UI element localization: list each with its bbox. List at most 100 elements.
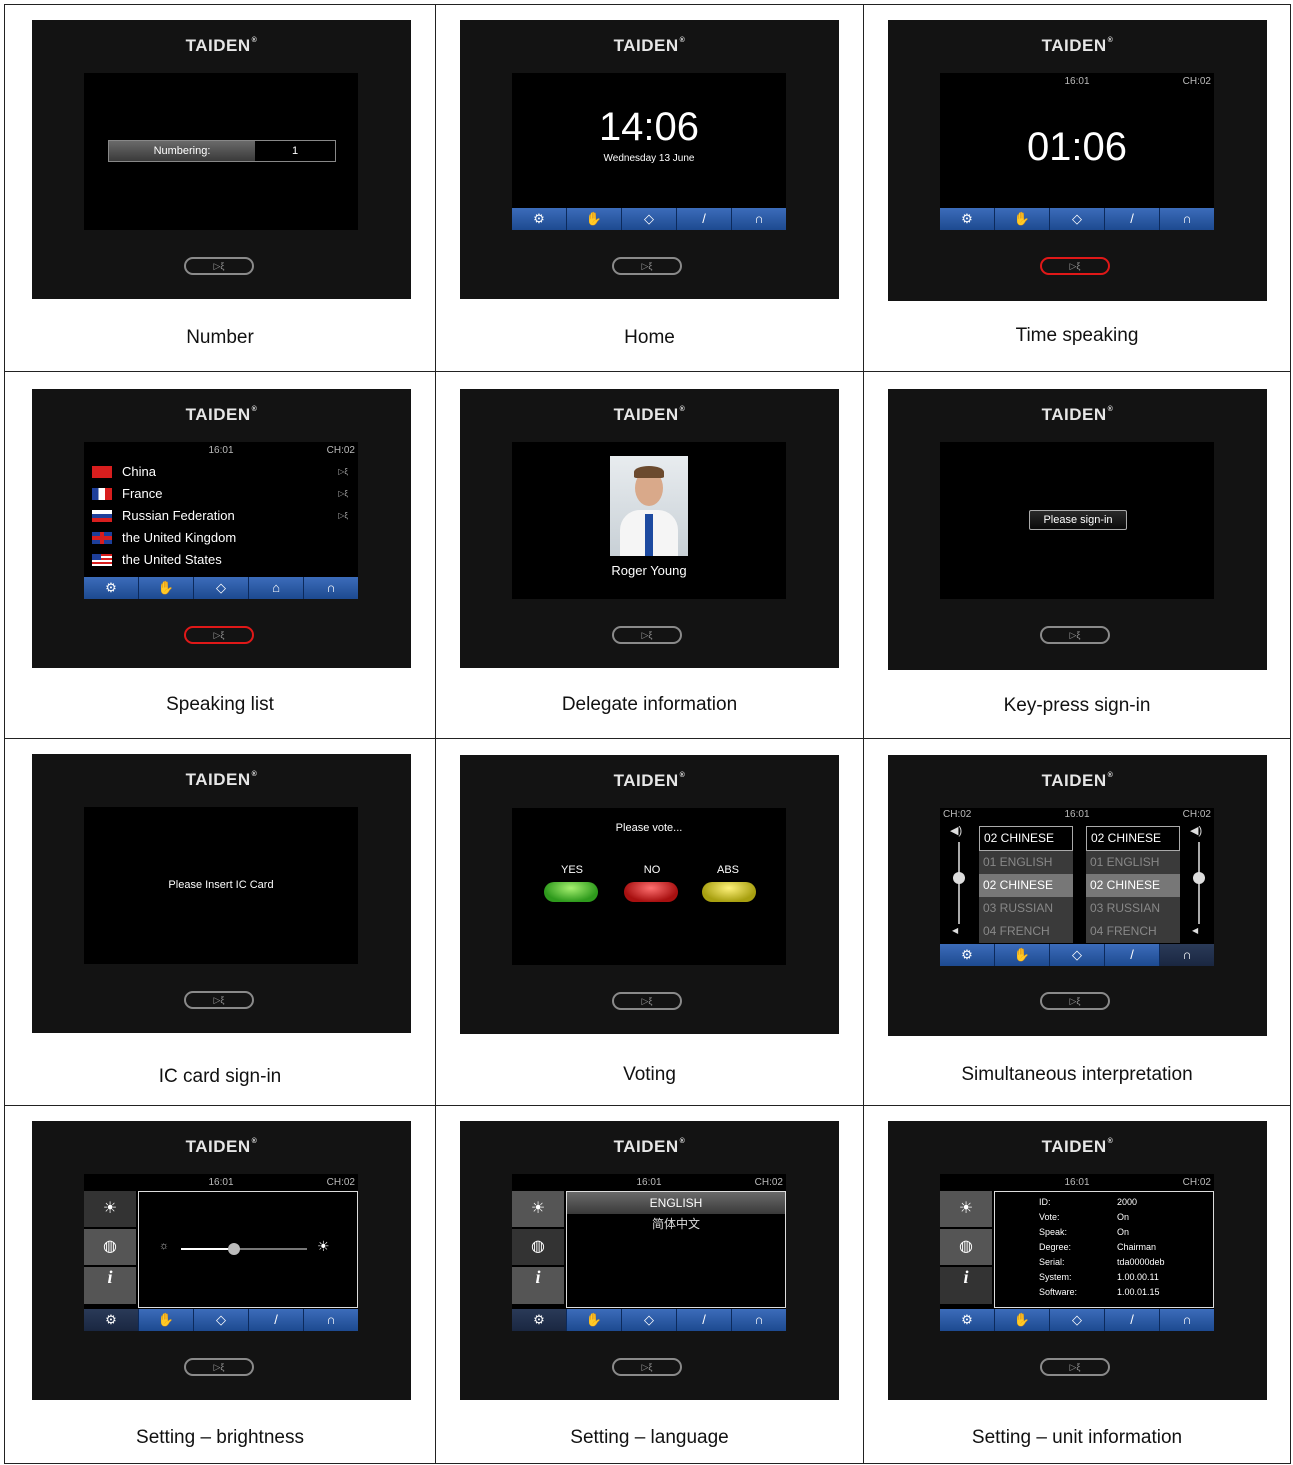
device-screen: Numbering: 1 xyxy=(84,73,358,230)
list-item[interactable]: 02 CHINESE xyxy=(1086,874,1180,897)
info-label: ID: xyxy=(1039,1197,1051,1207)
brightness-icon[interactable]: ☀ xyxy=(512,1191,564,1227)
brightness-low-icon: ☼ xyxy=(159,1240,170,1252)
vote-no-label: NO xyxy=(643,864,661,876)
hand-icon[interactable]: ✋ xyxy=(139,1309,194,1331)
diamond-icon[interactable]: ◇ xyxy=(1050,944,1105,966)
info-value: 1.00.00.11 xyxy=(1117,1272,1159,1282)
gear-icon[interactable]: ⚙ xyxy=(84,577,139,599)
speak-button[interactable]: ▷ξ xyxy=(612,257,682,275)
gear-icon[interactable]: ⚙ xyxy=(84,1309,139,1331)
speak-button[interactable]: ▷ξ xyxy=(1040,257,1110,275)
channel: CH:02 xyxy=(1182,76,1211,87)
globe-icon[interactable]: ◍ xyxy=(940,1229,992,1265)
list-item[interactable]: 01 ENGLISH xyxy=(1086,851,1180,874)
language-option[interactable]: ENGLISH xyxy=(567,1192,785,1214)
home-icon[interactable]: ⌂ xyxy=(249,577,304,599)
info-icon[interactable]: i xyxy=(512,1267,564,1304)
sign-in-button[interactable]: Please sign-in xyxy=(1029,510,1127,530)
language-option[interactable]: 简体中文 xyxy=(567,1214,785,1234)
device-screen: 16:01 CH:02 ☀ ◍ i ID: Vote: Speak: Degree… xyxy=(940,1174,1214,1331)
speak-button[interactable]: ▷ξ xyxy=(184,1358,254,1376)
list-item[interactable]: 04 FRENCH xyxy=(1086,920,1180,943)
microphone-icon[interactable]: / xyxy=(677,208,732,230)
volume-slider-left[interactable] xyxy=(953,842,965,924)
vote-abs-button[interactable] xyxy=(702,882,756,902)
list-item[interactable]: 02 CHINESE xyxy=(979,874,1073,897)
headphone-icon[interactable]: ∩ xyxy=(732,208,786,230)
headphone-icon[interactable]: ∩ xyxy=(304,577,358,599)
brightness-icon[interactable]: ☀ xyxy=(84,1191,136,1227)
gear-icon[interactable]: ⚙ xyxy=(940,1309,995,1331)
caption: Simultaneous interpretation xyxy=(961,1064,1193,1085)
volume-icon: ◀) xyxy=(1190,825,1203,837)
list-item[interactable]: the United States xyxy=(92,549,348,571)
list-item[interactable]: 04 FRENCH xyxy=(979,920,1073,943)
list-item[interactable]: 02 CHINESE xyxy=(1086,826,1180,851)
headphone-icon[interactable]: ∩ xyxy=(1160,944,1214,966)
gear-icon[interactable]: ⚙ xyxy=(940,944,995,966)
hand-icon[interactable]: ✋ xyxy=(995,944,1050,966)
diamond-icon[interactable]: ◇ xyxy=(1050,208,1105,230)
microphone-icon[interactable]: / xyxy=(249,1309,304,1331)
list-item[interactable]: 02 CHINESE xyxy=(979,826,1073,851)
list-item[interactable]: the United Kingdom xyxy=(92,527,348,549)
microphone-icon[interactable]: / xyxy=(1105,1309,1160,1331)
speak-button[interactable]: ▷ξ xyxy=(612,1358,682,1376)
caption: IC card sign-in xyxy=(158,1066,282,1087)
list-item[interactable]: France ▷ξ xyxy=(92,483,348,505)
headphone-icon[interactable]: ∩ xyxy=(1160,208,1214,230)
diamond-icon[interactable]: ◇ xyxy=(194,1309,249,1331)
hand-icon[interactable]: ✋ xyxy=(139,577,194,599)
diamond-icon[interactable]: ◇ xyxy=(622,208,677,230)
diamond-icon[interactable]: ◇ xyxy=(622,1309,677,1331)
list-item[interactable]: 03 RUSSIAN xyxy=(1086,897,1180,920)
caption: Setting – unit information xyxy=(971,1427,1183,1448)
globe-icon[interactable]: ◍ xyxy=(84,1229,136,1265)
list-item[interactable]: Russian Federation ▷ξ xyxy=(92,505,348,527)
vote-yes-button[interactable] xyxy=(544,882,598,902)
headphone-icon[interactable]: ∩ xyxy=(732,1309,786,1331)
list-item[interactable]: China ▷ξ xyxy=(92,461,348,483)
toolbar: ⚙ ✋ ◇ / ∩ xyxy=(940,1309,1214,1331)
microphone-icon[interactable]: / xyxy=(677,1309,732,1331)
headphone-icon[interactable]: ∩ xyxy=(1160,1309,1214,1331)
device-panel: TAIDEN® 16:01 CH:02 ☀ ◍ i ID: Vote: Speak… xyxy=(888,1121,1267,1400)
volume-slider-right[interactable] xyxy=(1193,842,1205,924)
device-screen: 16:01 CH:02 ☀ ◍ i ENGLISH 简体中文 ⚙ ✋ ◇ / ∩ xyxy=(512,1174,786,1331)
gear-icon[interactable]: ⚙ xyxy=(512,208,567,230)
speak-button[interactable]: ▷ξ xyxy=(1040,1358,1110,1376)
diamond-icon[interactable]: ◇ xyxy=(194,577,249,599)
hand-icon[interactable]: ✋ xyxy=(567,208,622,230)
status-bar: 16:01 CH:02 xyxy=(84,1177,358,1189)
gear-icon[interactable]: ⚙ xyxy=(940,208,995,230)
speak-button[interactable]: ▷ξ xyxy=(612,992,682,1010)
diamond-icon[interactable]: ◇ xyxy=(1050,1309,1105,1331)
speak-button[interactable]: ▷ξ xyxy=(1040,626,1110,644)
taiden-logo: TAIDEN® xyxy=(185,36,258,55)
vote-no-button[interactable] xyxy=(624,882,678,902)
settings-sidebar: ☀ ◍ i xyxy=(512,1191,564,1308)
speak-button[interactable]: ▷ξ xyxy=(1040,992,1110,1010)
microphone-icon[interactable]: / xyxy=(1105,944,1160,966)
speak-button[interactable]: ▷ξ xyxy=(184,257,254,275)
info-value: tda0000deb xyxy=(1117,1257,1165,1267)
globe-icon[interactable]: ◍ xyxy=(512,1229,564,1265)
hand-icon[interactable]: ✋ xyxy=(995,208,1050,230)
brightness-icon[interactable]: ☀ xyxy=(940,1191,992,1227)
channel: CH:02 xyxy=(1182,809,1211,820)
list-item[interactable]: 03 RUSSIAN xyxy=(979,897,1073,920)
caption: Setting – brightness xyxy=(136,1427,304,1448)
hand-icon[interactable]: ✋ xyxy=(567,1309,622,1331)
headphone-icon[interactable]: ∩ xyxy=(304,1309,358,1331)
speak-button[interactable]: ▷ξ xyxy=(184,626,254,644)
list-item[interactable]: 01 ENGLISH xyxy=(979,851,1073,874)
gear-icon[interactable]: ⚙ xyxy=(512,1309,567,1331)
speak-button[interactable]: ▷ξ xyxy=(184,991,254,1009)
brightness-slider[interactable] xyxy=(181,1243,307,1255)
info-icon[interactable]: i xyxy=(84,1267,136,1304)
hand-icon[interactable]: ✋ xyxy=(995,1309,1050,1331)
microphone-icon[interactable]: / xyxy=(1105,208,1160,230)
speak-button[interactable]: ▷ξ xyxy=(612,626,682,644)
info-icon[interactable]: i xyxy=(940,1267,992,1304)
